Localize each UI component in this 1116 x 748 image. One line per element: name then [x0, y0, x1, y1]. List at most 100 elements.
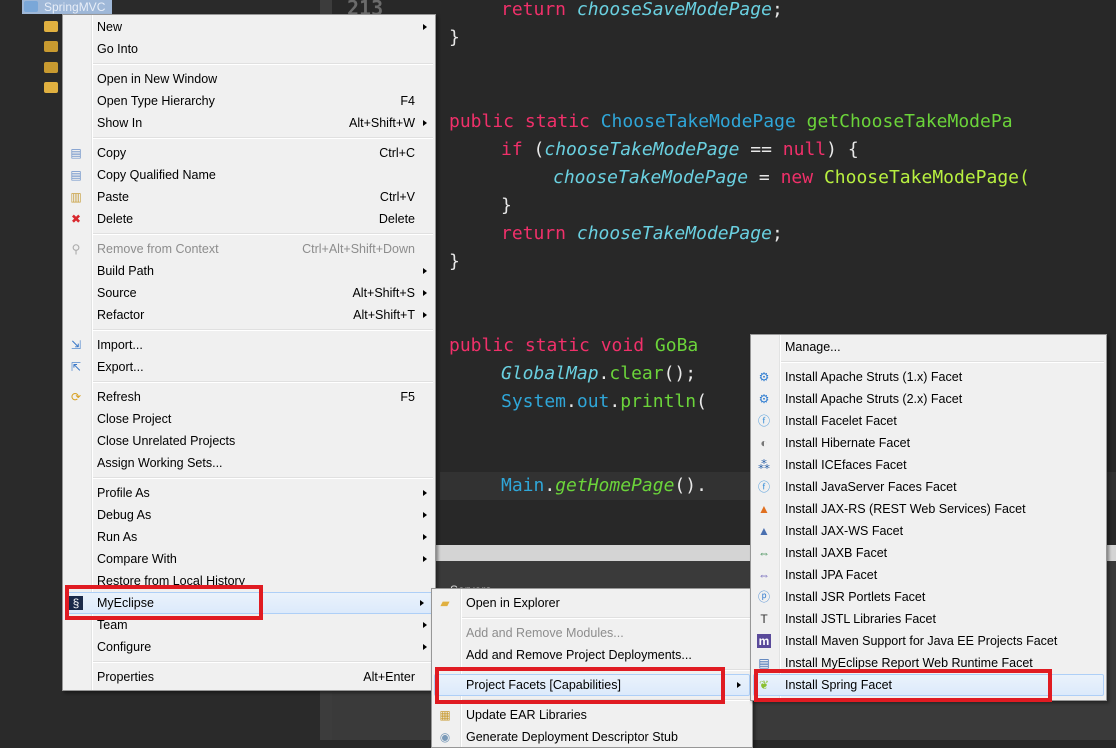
menu-item-label: Delete — [97, 212, 134, 226]
menu-item-show-in[interactable]: Show In Alt+Shift+W — [63, 112, 435, 134]
menu-separator — [63, 60, 435, 68]
menu-item-install-apache-struts-1-x-facet[interactable]: ⚙ Install Apache Struts (1.x) Facet — [751, 366, 1106, 388]
menu-item-install-facelet-facet[interactable]: ⓕ Install Facelet Facet — [751, 410, 1106, 432]
submenu-arrow-icon — [423, 512, 427, 518]
menu-item-label: Copy Qualified Name — [97, 168, 216, 182]
menu-item-properties[interactable]: Properties Alt+Enter — [63, 666, 435, 688]
menu-item-copy[interactable]: ▤ Copy Ctrl+C — [63, 142, 435, 164]
code-token: ) { — [826, 139, 859, 160]
menu-item-label: Source — [97, 286, 137, 300]
menu-item-debug-as[interactable]: Debug As — [63, 504, 435, 526]
code-token: . — [566, 391, 577, 412]
jaxb-icon: ⇔ — [758, 546, 770, 560]
code-token: chooseSaveModePage — [576, 0, 772, 20]
menu-item-label: Open in Explorer — [466, 596, 560, 610]
import-icon: ⇲ — [70, 338, 82, 352]
code-token: return — [501, 223, 577, 244]
code-token: public static — [449, 111, 601, 132]
menu-item-configure[interactable]: Configure — [63, 636, 435, 658]
menu-item-install-maven-support-for-java-ee-projects-facet[interactable]: m Install Maven Support for Java EE Proje… — [751, 630, 1106, 652]
code-token: getChooseTakeModePa — [806, 111, 1013, 132]
code-token: out — [576, 391, 610, 412]
menu-item-new[interactable]: New — [63, 16, 435, 38]
menu-item-label: Manage... — [785, 340, 841, 354]
submenu-arrow-icon — [423, 312, 427, 318]
menu-item-install-jsr-portlets-facet[interactable]: ⓟ Install JSR Portlets Facet — [751, 586, 1106, 608]
menu-item-build-path[interactable]: Build Path — [63, 260, 435, 282]
menu-item-label: Import... — [97, 338, 143, 352]
menu-item-label: Install JAX-WS Facet — [785, 524, 904, 538]
menu-item-refresh[interactable]: ⟳ Refresh F5 — [63, 386, 435, 408]
menu-separator — [63, 326, 435, 334]
portlet-icon: ⓟ — [757, 590, 770, 604]
menu-item-label: Install Maven Support for Java EE Projec… — [785, 634, 1058, 648]
menu-item-install-javaserver-faces-facet[interactable]: ⓕ Install JavaServer Faces Facet — [751, 476, 1106, 498]
submenu-arrow-icon — [423, 120, 427, 126]
menu-item-open-type-hierarchy[interactable]: Open Type Hierarchy F4 — [63, 90, 435, 112]
annotation-box-myeclipse — [65, 585, 263, 620]
menu-item-install-jax-ws-facet[interactable]: ▲ Install JAX-WS Facet — [751, 520, 1106, 542]
code-token: chooseTakeModePage — [544, 139, 740, 160]
code-token: new — [780, 167, 824, 188]
menu-item-paste[interactable]: ▥ Paste Ctrl+V — [63, 186, 435, 208]
folder-icon — [44, 21, 58, 32]
code-line: if (chooseTakeModePage == null) { — [501, 136, 859, 164]
menu-item-remove-from-context[interactable]: ⚲ Remove from Context Ctrl+Alt+Shift+Down — [63, 238, 435, 260]
menu-item-manage[interactable]: Manage... — [751, 336, 1106, 358]
menu-item-assign-working-sets[interactable]: Assign Working Sets... — [63, 452, 435, 474]
menu-item-refactor[interactable]: Refactor Alt+Shift+T — [63, 304, 435, 326]
menu-item-label: Install Hibernate Facet — [785, 436, 911, 450]
menu-item-label: Build Path — [97, 264, 154, 278]
code-token: ; — [771, 0, 783, 20]
menu-item-shortcut: F4 — [400, 94, 415, 108]
menu-item-shortcut: Alt+Shift+S — [352, 286, 415, 300]
code-token: if — [501, 139, 534, 160]
menu-item-install-icefaces-facet[interactable]: ⁂ Install ICEfaces Facet — [751, 454, 1106, 476]
menu-item-go-into[interactable]: Go Into — [63, 38, 435, 60]
menu-item-open-in-explorer[interactable]: ▰ Open in Explorer — [432, 592, 752, 614]
menu-item-shortcut: Ctrl+C — [379, 146, 415, 160]
menu-item-label: Open in New Window — [97, 72, 218, 86]
code-token: (); — [663, 363, 697, 384]
menu-item-add-and-remove-modules[interactable]: Add and Remove Modules... — [432, 622, 752, 644]
menu-item-close-unrelated-projects[interactable]: Close Unrelated Projects — [63, 430, 435, 452]
menu-item-install-jaxb-facet[interactable]: ⇔ Install JAXB Facet — [751, 542, 1106, 564]
menu-item-install-jax-rs-rest-web-services-facet[interactable]: ▲ Install JAX-RS (REST Web Services) Face… — [751, 498, 1106, 520]
menu-item-label: Remove from Context — [97, 242, 219, 256]
menu-item-install-apache-struts-2-x-facet[interactable]: ⚙ Install Apache Struts (2.x) Facet — [751, 388, 1106, 410]
code-token: return — [501, 0, 577, 20]
menu-item-profile-as[interactable]: Profile As — [63, 482, 435, 504]
menu-item-compare-with[interactable]: Compare With — [63, 548, 435, 570]
code-token: clear — [609, 363, 664, 384]
menu-item-close-project[interactable]: Close Project — [63, 408, 435, 430]
refresh-icon: ⟳ — [70, 390, 82, 404]
code-token: } — [449, 27, 460, 48]
menu-item-label: Install MyEclipse Report Web Runtime Fac… — [785, 656, 1033, 670]
menu-separator — [751, 358, 1106, 366]
menu-item-label: Configure — [97, 640, 152, 654]
menu-item-export[interactable]: ⇱ Export... — [63, 356, 435, 378]
menu-item-add-and-remove-project-deployments[interactable]: Add and Remove Project Deployments... — [432, 644, 752, 666]
submenu-arrow-icon — [423, 644, 427, 650]
code-token: GoBa — [654, 335, 699, 356]
menu-item-delete[interactable]: ✖ Delete Delete — [63, 208, 435, 230]
menu-item-source[interactable]: Source Alt+Shift+S — [63, 282, 435, 304]
submenu-arrow-icon — [423, 622, 427, 628]
menu-item-install-hibernate-facet[interactable]: ◐ Install Hibernate Facet — [751, 432, 1106, 454]
menu-item-install-jstl-libraries-facet[interactable]: T Install JSTL Libraries Facet — [751, 608, 1106, 630]
menu-item-install-jpa-facet[interactable]: ⇔ Install JPA Facet — [751, 564, 1106, 586]
menu-item-label: Paste — [97, 190, 129, 204]
menu-item-open-in-new-window[interactable]: Open in New Window — [63, 68, 435, 90]
menu-item-import[interactable]: ⇲ Import... — [63, 334, 435, 356]
menu-item-label: Show In — [97, 116, 143, 130]
code-line: chooseTakeModePage = new ChooseTakeModeP… — [553, 164, 1030, 192]
jaxrs-icon: ▲ — [758, 502, 770, 516]
menu-item-label: Install Apache Struts (2.x) Facet — [785, 392, 963, 406]
menu-item-generate-deployment-descriptor-stub[interactable]: ◉ Generate Deployment Descriptor Stub — [432, 726, 752, 748]
menu-item-update-ear-libraries[interactable]: ▦ Update EAR Libraries — [432, 704, 752, 726]
code-line: Main.getHomePage(). — [501, 472, 707, 500]
code-token: ChooseTakeModePage — [600, 111, 807, 132]
menu-item-shortcut: Ctrl+V — [379, 190, 415, 204]
menu-item-run-as[interactable]: Run As — [63, 526, 435, 548]
menu-item-copy-qualified-name[interactable]: ▤ Copy Qualified Name — [63, 164, 435, 186]
